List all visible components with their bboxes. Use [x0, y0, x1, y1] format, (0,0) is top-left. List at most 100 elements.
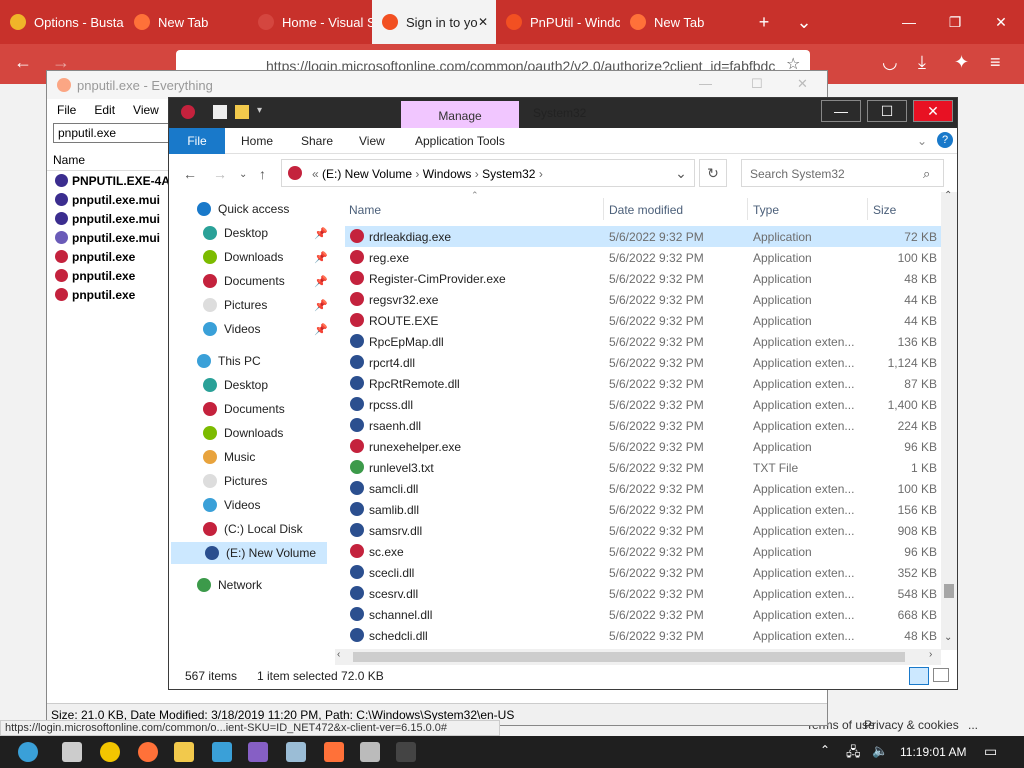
address-dropdown-icon[interactable]: ⌄ [667, 159, 695, 187]
details-view-icon[interactable] [909, 667, 929, 685]
nav-item[interactable]: (C:) Local Disk [169, 518, 327, 540]
app-icon[interactable] [286, 742, 306, 762]
tray-overflow-icon[interactable]: ⌃ [820, 743, 830, 757]
explorer-minimize-button[interactable]: — [821, 100, 861, 122]
visual-studio-icon[interactable] [248, 742, 268, 762]
horizontal-scroll-thumb[interactable] [353, 652, 905, 662]
column-divider[interactable] [603, 198, 604, 220]
scroll-left-icon[interactable]: ‹ [337, 649, 340, 660]
ribbon-tab-view[interactable]: View [359, 128, 385, 154]
file-row[interactable]: rsaenh.dll 5/6/2022 9:32 PM Application ex… [345, 415, 941, 436]
file-explorer-icon[interactable] [174, 742, 194, 762]
nav-item[interactable]: Pictures [169, 470, 327, 492]
browser-tab-1[interactable]: New Tab [124, 0, 248, 44]
everything-close-button[interactable]: ✕ [797, 76, 808, 92]
tab-close-icon[interactable]: ✕ [478, 15, 488, 29]
ribbon-expand-chevron-icon[interactable]: ⌄ [917, 128, 927, 154]
nav-item[interactable]: Downloads 📌 [169, 246, 328, 268]
large-icons-view-icon[interactable] [933, 668, 949, 682]
file-row[interactable]: regsvr32.exe 5/6/2022 9:32 PM Application 4… [345, 289, 941, 310]
manage-tab[interactable]: Manage [401, 101, 519, 129]
search-everything-icon[interactable] [324, 742, 344, 762]
nav-item[interactable]: Network [169, 574, 327, 596]
explorer-maximize-button[interactable]: ☐ [867, 100, 907, 122]
file-row[interactable]: scecli.dll 5/6/2022 9:32 PM Application ex… [345, 562, 941, 583]
menu-edit[interactable]: Edit [94, 103, 115, 117]
network-icon[interactable]: 🖧 [846, 743, 861, 765]
new-folder-icon[interactable] [235, 105, 249, 119]
browser-tab-0[interactable]: Options - Busta [0, 0, 124, 44]
nav-item[interactable]: Music [169, 446, 327, 468]
file-row[interactable]: rpcrt4.dll 5/6/2022 9:32 PM Application ex… [345, 352, 941, 373]
file-row[interactable]: Register-CimProvider.exe 5/6/2022 9:32 PM… [345, 268, 941, 289]
explorer-close-button[interactable]: ✕ [913, 100, 953, 122]
ribbon-tab-application-tools[interactable]: Application Tools [415, 128, 505, 154]
vertical-scrollbar[interactable]: ⌃ ⌄ [941, 190, 957, 650]
volume-icon[interactable]: 🔈 [872, 743, 888, 759]
breadcrumb-system32[interactable]: System32 [482, 167, 535, 181]
browser-tab-5[interactable]: New Tab [620, 0, 744, 44]
column-header-type[interactable]: Type [753, 203, 779, 217]
everything-minimize-button[interactable]: — [699, 76, 712, 91]
nav-item[interactable]: This PC [169, 350, 327, 372]
nav-item[interactable]: Quick access [169, 198, 327, 220]
nav-item[interactable]: Desktop 📌 [169, 222, 328, 244]
vertical-scroll-thumb[interactable] [944, 584, 954, 598]
terminal-icon[interactable] [396, 742, 416, 762]
breadcrumb-windows[interactable]: Windows [423, 167, 472, 181]
column-header-size[interactable]: Size [873, 203, 896, 217]
file-row[interactable]: rpcss.dll 5/6/2022 9:32 PM Application ext… [345, 394, 941, 415]
browser-close-button[interactable]: ✕ [978, 0, 1024, 44]
browser-tab-4[interactable]: PnPUtil - Windo [496, 0, 620, 44]
scroll-down-icon[interactable]: ⌄ [944, 632, 952, 643]
ribbon-tab-share[interactable]: Share [301, 128, 333, 154]
more-options-link[interactable]: ... [968, 718, 978, 732]
file-row[interactable]: samlib.dll 5/6/2022 9:32 PM Application ex… [345, 499, 941, 520]
ribbon-tab-home[interactable]: Home [241, 128, 273, 154]
customize-chevron-icon[interactable]: ▾ [257, 105, 271, 119]
file-row[interactable]: sc.exe 5/6/2022 9:32 PM Application 96 KB [345, 541, 941, 562]
file-row[interactable]: ROUTE.EXE 5/6/2022 9:32 PM Application 44 K… [345, 310, 941, 331]
start-icon[interactable] [18, 742, 38, 762]
back-arrow-icon[interactable]: ← [183, 166, 197, 182]
extension-icon[interactable]: ✦ [954, 52, 969, 73]
menu-view[interactable]: View [133, 103, 159, 117]
privacy-link[interactable]: Privacy & cookies [864, 718, 959, 732]
file-row[interactable]: runlevel3.txt 5/6/2022 9:32 PM TXT File 1 K… [345, 457, 941, 478]
menu-file[interactable]: File [57, 103, 76, 117]
notifications-icon[interactable]: ▭ [984, 743, 997, 760]
ribbon-tab-file[interactable]: File [169, 128, 225, 154]
recent-chevron-icon[interactable]: ⌄ [239, 169, 247, 180]
nav-item[interactable]: Videos 📌 [169, 318, 328, 340]
file-row[interactable]: samsrv.dll 5/6/2022 9:32 PM Application ex… [345, 520, 941, 541]
file-row[interactable]: RpcRtRemote.dll 5/6/2022 9:32 PM Applicati… [345, 373, 941, 394]
everything-search-input[interactable]: pnputil.exe [53, 123, 169, 143]
address-bar[interactable]: « (E:) New Volume › Windows › System32 › [281, 159, 695, 187]
nav-item[interactable]: Pictures 📌 [169, 294, 328, 316]
pocket-icon[interactable]: ◡ [882, 52, 898, 73]
nav-item[interactable]: Documents [169, 398, 327, 420]
column-header-name[interactable]: Name [349, 203, 381, 217]
nav-item[interactable]: Videos [169, 494, 327, 516]
task-view-icon[interactable] [62, 742, 82, 762]
browser-maximize-button[interactable]: ❐ [932, 0, 978, 44]
file-row[interactable]: runexehelper.exe 5/6/2022 9:32 PM Applicat… [345, 436, 941, 457]
menu-icon[interactable]: ≡ [990, 52, 1001, 73]
search-icon[interactable]: ⌕ [923, 166, 930, 182]
file-row[interactable]: scesrv.dll 5/6/2022 9:32 PM Application ex… [345, 583, 941, 604]
nav-item[interactable]: Desktop [169, 374, 327, 396]
browser-tab-2[interactable]: Home - Visual S [248, 0, 372, 44]
scroll-up-icon[interactable]: ⌃ [944, 190, 952, 201]
file-row[interactable]: schedcli.dll 5/6/2022 9:32 PM Application … [345, 625, 941, 645]
browser-minimize-button[interactable]: — [886, 0, 932, 44]
everything-maximize-button[interactable]: ☐ [751, 76, 763, 92]
tab-list-chevron-icon[interactable]: ⌄ [784, 12, 824, 33]
column-divider[interactable] [747, 198, 748, 220]
up-arrow-icon[interactable]: ↑ [259, 166, 266, 182]
file-row[interactable]: samcli.dll 5/6/2022 9:32 PM Application ex… [345, 478, 941, 499]
breadcrumb-volume[interactable]: (E:) New Volume [322, 167, 412, 181]
back-icon[interactable]: ← [14, 52, 32, 73]
nav-item[interactable]: (E:) New Volume [171, 542, 327, 564]
column-header-date[interactable]: Date modified [609, 203, 683, 217]
firefox-icon[interactable] [138, 742, 158, 762]
